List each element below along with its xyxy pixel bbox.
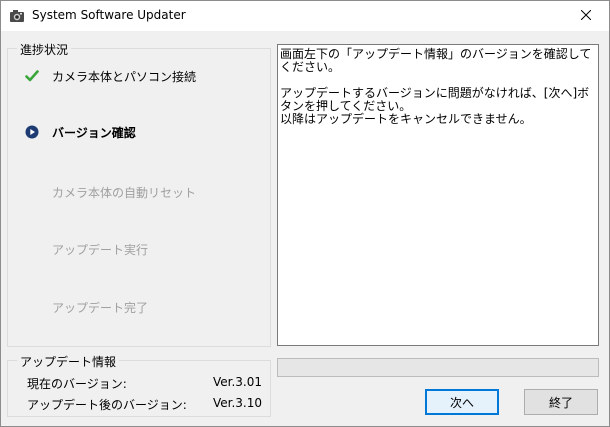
- update-info-group: アップデート情報 現在のバージョン: Ver.3.01 アップデート後のバージョ…: [7, 353, 271, 417]
- progress-status-group: 進捗状況 カメラ本体とパソコン接続 バージョン確認 カメラ本体の自動リセット ア: [7, 41, 271, 347]
- after-version-value: Ver.3.10: [212, 396, 262, 410]
- step-connect: カメラ本体とパソコン接続: [25, 68, 265, 84]
- update-progress-bar: [277, 358, 599, 377]
- instruction-message-box[interactable]: 画面左下の「アップデート情報」のバージョンを確認してください。 アップデートする…: [277, 44, 599, 346]
- current-version-value: Ver.3.01: [212, 375, 262, 389]
- step-auto-reset: カメラ本体の自動リセット: [25, 184, 265, 200]
- current-version-row: 現在のバージョン: Ver.3.01: [27, 375, 262, 391]
- step-version-check: バージョン確認: [25, 124, 265, 140]
- updater-window: System Software Updater 進捗状況 カメラ本体とパソコン接…: [0, 0, 610, 427]
- finish-button[interactable]: 終了: [524, 389, 598, 415]
- progress-group-legend: 進捗状況: [17, 41, 72, 58]
- message-line: 画面左下の「アップデート情報」のバージョンを確認してください。: [280, 47, 592, 74]
- step-label: アップデート実行: [52, 243, 149, 257]
- step-label: バージョン確認: [52, 126, 136, 140]
- step-label: カメラ本体とパソコン接続: [52, 70, 197, 84]
- camera-app-icon: [9, 8, 25, 24]
- step-label: アップデート完了: [52, 301, 149, 315]
- step-run-update: アップデート実行: [25, 241, 265, 257]
- after-version-label: アップデート後のバージョン:: [27, 398, 187, 412]
- step-label: カメラ本体の自動リセット: [52, 186, 197, 200]
- title-bar[interactable]: System Software Updater: [1, 1, 609, 31]
- current-version-label: 現在のバージョン:: [27, 377, 127, 391]
- close-button[interactable]: [563, 1, 609, 31]
- next-button[interactable]: 次へ: [425, 389, 499, 415]
- checkmark-icon: [25, 69, 39, 83]
- close-icon: [580, 9, 592, 23]
- after-version-row: アップデート後のバージョン: Ver.3.10: [27, 396, 262, 412]
- window-title: System Software Updater: [32, 8, 186, 22]
- message-line: アップデートするバージョンに問題がなければ、[次へ]ボタンを押してください。: [280, 86, 590, 113]
- step-update-complete: アップデート完了: [25, 299, 265, 315]
- update-info-legend: アップデート情報: [17, 353, 120, 370]
- message-line: 以降はアップデートをキャンセルできません。: [280, 112, 532, 126]
- current-step-arrow-icon: [25, 125, 39, 139]
